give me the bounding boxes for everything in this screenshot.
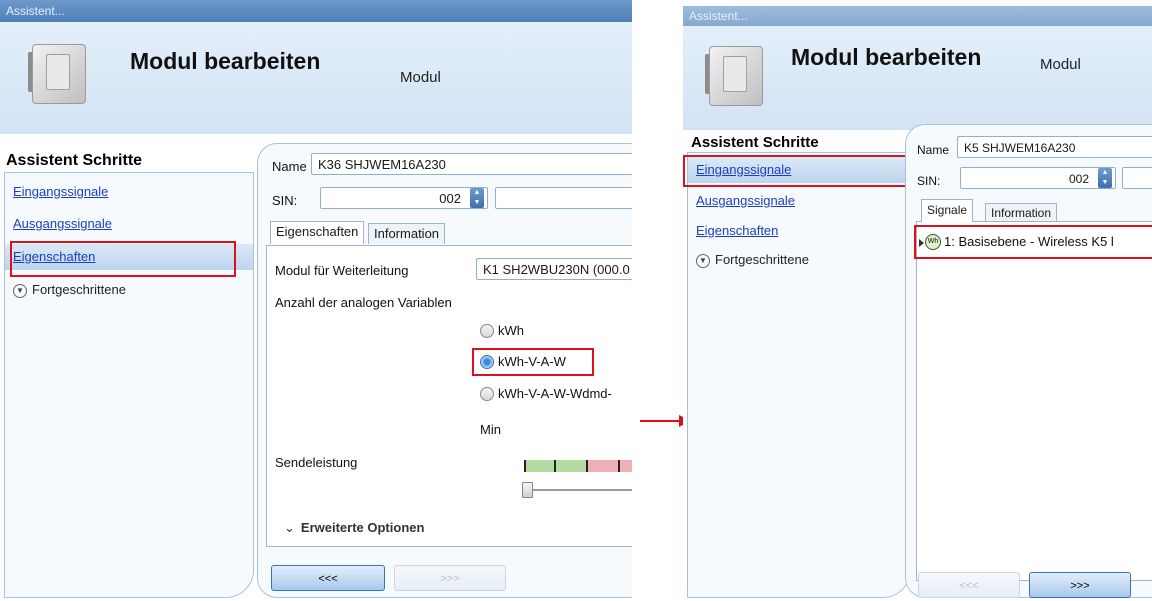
name-input[interactable]: K5 SHJWEM16A230 — [957, 136, 1152, 158]
power-label: Sendeleistung — [275, 455, 358, 470]
radio-label: kWh — [498, 323, 524, 338]
chevron-down-icon: ▼ — [696, 253, 710, 268]
window-title: Assistent... — [683, 6, 1152, 26]
next-button[interactable]: >>> — [1029, 572, 1131, 598]
back-button[interactable]: <<< — [918, 572, 1020, 598]
wizard-header: Modul bearbeiten Modul — [683, 26, 1152, 130]
wizard-window-left: Assistent... Modul bearbeiten Modul Assi… — [0, 0, 632, 601]
power-slider-track[interactable] — [522, 489, 632, 491]
radio-kwh-v-a-w-wdmd[interactable]: kWh-V-A-W-Wdmd- — [480, 385, 612, 403]
name-label: Name — [272, 159, 307, 174]
module-device-icon — [28, 40, 86, 106]
chevron-down-icon: ⌄ — [284, 520, 295, 535]
transition-arrow — [640, 420, 680, 422]
radio-dot — [480, 323, 494, 338]
chevron-down-icon: ▼ — [13, 283, 27, 298]
sin-input-1[interactable]: 002 — [320, 187, 488, 209]
window-title: Assistent... — [0, 0, 632, 22]
min-label: Min — [480, 422, 501, 437]
step-ausgangssignale[interactable]: Ausgangssignale — [688, 188, 910, 214]
page-title: Modul bearbeiten — [130, 48, 321, 74]
tab-bar: Eigenschaften Information — [270, 221, 632, 245]
wizard-header: Modul bearbeiten Modul — [0, 22, 632, 134]
tab-bar: Signale Information — [921, 199, 1151, 223]
page-title: Modul bearbeiten — [791, 44, 982, 70]
steps-title: Assistent Schritte — [6, 152, 143, 169]
name-input[interactable]: K36 SHJWEM16A230 — [311, 153, 632, 175]
extended-options-label: Erweiterte Optionen — [300, 520, 425, 535]
advanced-toggle[interactable]: ▼ Fortgeschrittene — [13, 279, 126, 301]
extended-options-toggle[interactable]: ⌄ Erweiterte Optionen — [284, 520, 424, 536]
advanced-toggle[interactable]: ▼ Fortgeschrittene — [696, 249, 809, 271]
tab-signale[interactable]: Signale — [921, 199, 974, 222]
forward-label: Modul für Weiterleitung — [275, 263, 409, 278]
sin-input-2[interactable] — [1122, 167, 1152, 189]
sin-input-2[interactable]: 24 — [495, 187, 632, 209]
step-eingangssignale[interactable]: Eingangssignale — [5, 179, 253, 205]
step-eigenschaften[interactable]: Eigenschaften — [688, 218, 910, 244]
advanced-label: Fortgeschrittene — [32, 282, 126, 297]
module-device-icon — [705, 42, 763, 108]
tab-information[interactable]: Information — [985, 203, 1058, 222]
radio-label: kWh-V-A-W-Wdmd- — [498, 386, 612, 401]
tab-information[interactable]: Information — [368, 223, 446, 244]
advanced-label: Fortgeschrittene — [715, 252, 809, 267]
name-label: Name — [917, 143, 950, 157]
sin-spinner[interactable]: ▲ ▼ — [470, 188, 484, 208]
back-button[interactable]: <<< — [271, 565, 385, 591]
highlight-box — [10, 241, 236, 277]
radio-dot — [480, 386, 494, 401]
steps-panel: Eingangssignale Ausgangssignale Eigensch… — [687, 152, 911, 598]
sin-label: SIN: — [272, 193, 298, 208]
tab-eigenschaften[interactable]: Eigenschaften — [270, 221, 365, 244]
signals-list — [916, 221, 1152, 581]
highlight-box — [472, 348, 594, 376]
steps-title: Assistent Schritte — [691, 134, 819, 151]
steps-panel: Eingangssignale Ausgangssignale Eigensch… — [4, 172, 254, 598]
forward-module-select[interactable]: K1 SH2WBU230N (000.0 — [476, 258, 632, 280]
analog-label: Anzahl der analogen Variablen — [275, 295, 452, 310]
page-subtitle: Modul — [1040, 56, 1081, 73]
sin-spinner[interactable]: ▲ ▼ — [1098, 168, 1112, 188]
page-subtitle: Modul — [400, 69, 441, 86]
highlight-box — [914, 225, 1152, 259]
step-ausgangssignale[interactable]: Ausgangssignale — [5, 211, 253, 237]
sin-input-1[interactable]: 002 — [960, 167, 1116, 189]
power-meter — [524, 460, 632, 472]
next-button[interactable]: >>> — [394, 565, 506, 591]
highlight-box — [683, 155, 909, 187]
power-slider-thumb[interactable] — [522, 482, 533, 498]
sin-label: SIN: — [917, 174, 941, 188]
wizard-window-right: Assistent... Modul bearbeiten Modul Assi… — [683, 0, 1152, 601]
radio-kwh[interactable]: kWh — [480, 322, 524, 340]
